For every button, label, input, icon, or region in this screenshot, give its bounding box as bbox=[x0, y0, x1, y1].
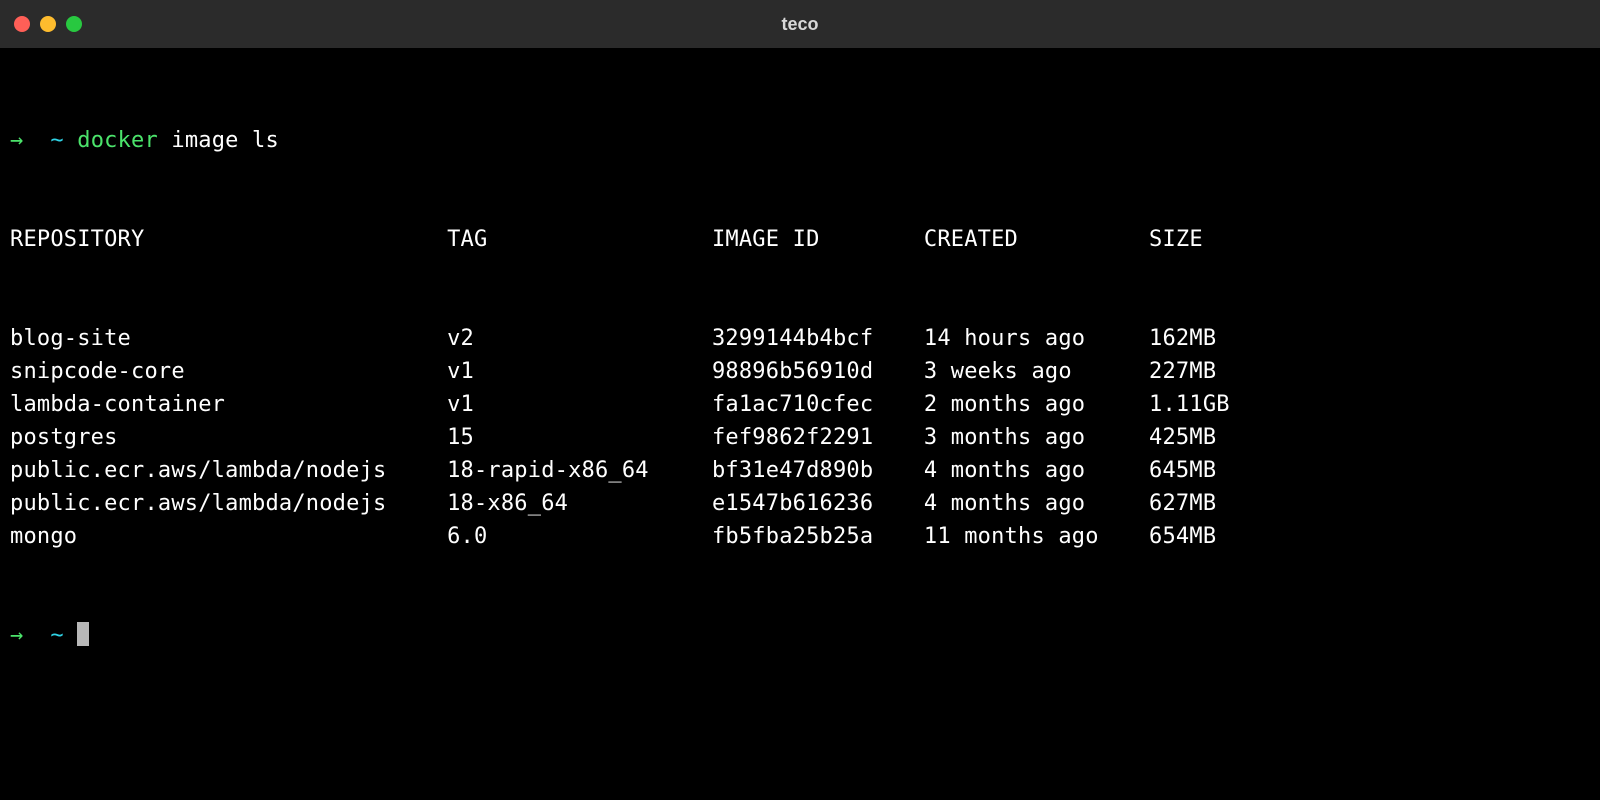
cell-tag: 18-x86_64 bbox=[447, 487, 712, 520]
cell-size: 645MB bbox=[1149, 454, 1281, 487]
cell-image-id: e1547b616236 bbox=[712, 487, 924, 520]
command-executable: docker bbox=[77, 128, 158, 153]
prompt-cwd: ~ bbox=[50, 128, 63, 153]
cell-size: 162MB bbox=[1149, 322, 1281, 355]
table-row: snipcode-corev198896b56910d3 weeks ago22… bbox=[10, 355, 1590, 388]
header-image-id: IMAGE ID bbox=[712, 223, 924, 256]
window-titlebar: teco bbox=[0, 0, 1600, 48]
cell-tag: 15 bbox=[447, 421, 712, 454]
table-row: mongo6.0fb5fba25b25a11 months ago654MB bbox=[10, 520, 1590, 553]
close-window-button[interactable] bbox=[14, 16, 30, 32]
maximize-window-button[interactable] bbox=[66, 16, 82, 32]
cell-tag: v1 bbox=[447, 355, 712, 388]
cell-size: 654MB bbox=[1149, 520, 1281, 553]
header-size: SIZE bbox=[1149, 223, 1281, 256]
table-row: public.ecr.aws/lambda/nodejs18-x86_64e15… bbox=[10, 487, 1590, 520]
cell-created: 11 months ago bbox=[924, 520, 1149, 553]
terminal-cursor bbox=[77, 622, 89, 646]
table-header: REPOSITORYTAGIMAGE IDCREATEDSIZE bbox=[10, 223, 1590, 256]
cell-repository: blog-site bbox=[10, 322, 447, 355]
command-args: image ls bbox=[171, 128, 279, 153]
cell-size: 425MB bbox=[1149, 421, 1281, 454]
cell-image-id: fa1ac710cfec bbox=[712, 388, 924, 421]
table-row: postgres15fef9862f22913 months ago425MB bbox=[10, 421, 1590, 454]
cell-created: 3 months ago bbox=[924, 421, 1149, 454]
header-repository: REPOSITORY bbox=[10, 223, 447, 256]
cell-repository: snipcode-core bbox=[10, 355, 447, 388]
header-created: CREATED bbox=[924, 223, 1149, 256]
cell-tag: v1 bbox=[447, 388, 712, 421]
cell-image-id: fb5fba25b25a bbox=[712, 520, 924, 553]
command-line: → ~ docker image ls bbox=[10, 124, 1590, 157]
cell-image-id: fef9862f2291 bbox=[712, 421, 924, 454]
cell-tag: 18-rapid-x86_64 bbox=[447, 454, 712, 487]
cell-tag: v2 bbox=[447, 322, 712, 355]
prompt-arrow-icon: → bbox=[10, 128, 23, 153]
prompt-arrow-icon: → bbox=[10, 623, 23, 648]
cell-repository: postgres bbox=[10, 421, 447, 454]
cell-created: 4 months ago bbox=[924, 487, 1149, 520]
cell-repository: lambda-container bbox=[10, 388, 447, 421]
cell-size: 1.11GB bbox=[1149, 388, 1281, 421]
cell-image-id: bf31e47d890b bbox=[712, 454, 924, 487]
terminal-output[interactable]: → ~ docker image ls REPOSITORYTAGIMAGE I… bbox=[0, 48, 1600, 695]
cell-tag: 6.0 bbox=[447, 520, 712, 553]
prompt-cwd: ~ bbox=[50, 623, 63, 648]
cell-repository: mongo bbox=[10, 520, 447, 553]
window-title: teco bbox=[0, 14, 1600, 35]
window-controls bbox=[14, 16, 82, 32]
cell-repository: public.ecr.aws/lambda/nodejs bbox=[10, 487, 447, 520]
table-row: lambda-containerv1fa1ac710cfec2 months a… bbox=[10, 388, 1590, 421]
cell-created: 14 hours ago bbox=[924, 322, 1149, 355]
prompt-line: → ~ bbox=[10, 619, 1590, 652]
cell-created: 4 months ago bbox=[924, 454, 1149, 487]
cell-created: 3 weeks ago bbox=[924, 355, 1149, 388]
cell-repository: public.ecr.aws/lambda/nodejs bbox=[10, 454, 447, 487]
cell-image-id: 98896b56910d bbox=[712, 355, 924, 388]
cell-size: 227MB bbox=[1149, 355, 1281, 388]
cell-created: 2 months ago bbox=[924, 388, 1149, 421]
header-tag: TAG bbox=[447, 223, 712, 256]
cell-size: 627MB bbox=[1149, 487, 1281, 520]
minimize-window-button[interactable] bbox=[40, 16, 56, 32]
table-row: public.ecr.aws/lambda/nodejs18-rapid-x86… bbox=[10, 454, 1590, 487]
table-row: blog-sitev23299144b4bcf14 hours ago162MB bbox=[10, 322, 1590, 355]
cell-image-id: 3299144b4bcf bbox=[712, 322, 924, 355]
